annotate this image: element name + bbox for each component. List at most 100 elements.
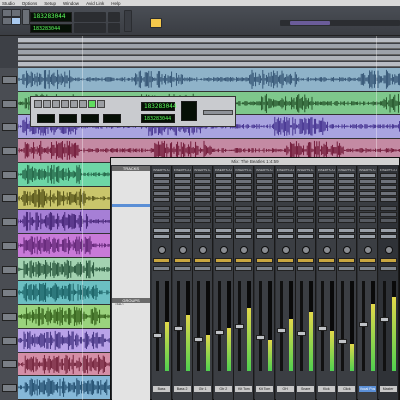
insert-slot[interactable] xyxy=(338,197,356,202)
output-selector[interactable] xyxy=(297,234,315,239)
send-slot[interactable] xyxy=(235,212,253,217)
record-input-buttons[interactable] xyxy=(173,266,191,271)
menu-item-options[interactable]: Options xyxy=(22,1,38,6)
solo-mute-buttons[interactable] xyxy=(173,258,191,263)
volume-fader-cap[interactable] xyxy=(359,321,368,327)
send-slot[interactable] xyxy=(276,212,294,217)
track-name-label[interactable]: Bass xyxy=(153,386,170,392)
input-selector[interactable] xyxy=(194,228,212,233)
record-input-buttons[interactable] xyxy=(153,266,170,271)
insert-slot[interactable] xyxy=(153,185,170,190)
record-input-buttons[interactable] xyxy=(194,266,212,271)
fast-forward-button[interactable] xyxy=(79,100,87,108)
timeline-rulers[interactable] xyxy=(0,36,400,68)
loop-button[interactable] xyxy=(88,100,96,108)
insert-slot[interactable] xyxy=(338,185,356,190)
send-slot[interactable] xyxy=(276,218,294,223)
send-slot[interactable] xyxy=(276,206,294,211)
track-header-button[interactable] xyxy=(2,336,17,345)
track-header-button[interactable] xyxy=(2,147,17,155)
insert-slot[interactable] xyxy=(194,185,212,190)
insert-slot[interactable] xyxy=(276,197,294,202)
insert-slot[interactable] xyxy=(338,173,356,178)
input-selector[interactable] xyxy=(379,228,397,233)
track-name-label[interactable]: Snare xyxy=(297,386,315,392)
send-slot[interactable] xyxy=(297,218,315,223)
pan-knob[interactable] xyxy=(322,246,331,254)
volume-fader-track[interactable] xyxy=(379,281,389,371)
record-input-buttons[interactable] xyxy=(256,266,273,271)
insert-slot[interactable] xyxy=(173,197,191,202)
return-to-zero-button[interactable] xyxy=(43,100,51,108)
transport-indicator[interactable] xyxy=(150,18,162,28)
send-slot[interactable] xyxy=(379,206,397,211)
send-slot[interactable] xyxy=(194,218,212,223)
track-header-button[interactable] xyxy=(2,265,17,274)
output-selector[interactable] xyxy=(256,234,273,239)
input-selector[interactable] xyxy=(256,228,273,233)
insert-slot[interactable] xyxy=(173,185,191,190)
input-selector[interactable] xyxy=(235,228,253,233)
pan-knob[interactable] xyxy=(261,246,269,254)
record-input-buttons[interactable] xyxy=(379,266,397,271)
insert-slot[interactable] xyxy=(214,191,232,196)
track-header-button[interactable] xyxy=(2,75,17,84)
send-slot[interactable] xyxy=(359,218,376,223)
record-input-buttons[interactable] xyxy=(359,266,376,271)
track-header-button[interactable] xyxy=(2,123,17,132)
insert-slot[interactable] xyxy=(153,197,170,202)
insert-slot[interactable] xyxy=(338,179,356,184)
insert-slot[interactable] xyxy=(256,173,273,178)
pre-post-roll-display[interactable] xyxy=(181,101,197,121)
send-slot[interactable] xyxy=(235,218,253,223)
send-slot[interactable] xyxy=(317,206,335,211)
send-slot[interactable] xyxy=(194,212,212,217)
volume-fader-cap[interactable] xyxy=(173,326,183,331)
output-selector[interactable] xyxy=(153,234,170,239)
insert-slot[interactable] xyxy=(317,173,335,178)
record-input-buttons[interactable] xyxy=(235,266,253,271)
send-slot[interactable] xyxy=(235,206,253,211)
send-slot[interactable] xyxy=(379,212,397,217)
solo-mute-buttons[interactable] xyxy=(214,258,232,263)
track-name-label[interactable]: Kick xyxy=(317,386,335,392)
tracks-list-row[interactable] xyxy=(112,246,150,249)
send-slot[interactable] xyxy=(256,206,273,211)
insert-slot[interactable] xyxy=(317,185,335,190)
send-slot[interactable] xyxy=(256,212,273,217)
input-selector[interactable] xyxy=(173,228,191,233)
ruler-meter[interactable] xyxy=(18,56,400,61)
solo-mute-buttons[interactable] xyxy=(359,258,376,263)
insert-slot[interactable] xyxy=(194,197,212,202)
volume-fader-cap[interactable] xyxy=(379,317,389,322)
send-slot[interactable] xyxy=(338,212,356,217)
insert-slot[interactable] xyxy=(235,173,253,178)
pan-knob[interactable] xyxy=(281,246,290,254)
insert-slot[interactable] xyxy=(359,197,376,202)
insert-slot[interactable] xyxy=(153,191,170,196)
send-slot[interactable] xyxy=(297,212,315,217)
pan-knob[interactable] xyxy=(158,246,166,254)
insert-slot[interactable] xyxy=(173,173,191,178)
volume-fader-track[interactable] xyxy=(276,281,286,371)
insert-slot[interactable] xyxy=(214,197,232,202)
insert-slot[interactable] xyxy=(297,191,315,196)
insert-slot[interactable] xyxy=(276,185,294,190)
zoom-icon[interactable] xyxy=(22,9,30,25)
track-header-button[interactable] xyxy=(2,194,17,203)
input-selector[interactable] xyxy=(153,228,170,233)
track-header-button[interactable] xyxy=(2,99,17,108)
track-name-label[interactable]: Bass 2 xyxy=(173,386,191,392)
insert-slot[interactable] xyxy=(256,197,273,202)
insert-slot[interactable] xyxy=(379,197,397,202)
insert-slot[interactable] xyxy=(235,197,253,202)
insert-slot[interactable] xyxy=(214,173,232,178)
input-selector[interactable] xyxy=(338,228,356,233)
insert-slot[interactable] xyxy=(276,173,294,178)
insert-slot[interactable] xyxy=(379,173,397,178)
track-name-label[interactable]: Gtr 2 xyxy=(214,386,232,392)
ruler-bars-beats[interactable] xyxy=(18,38,400,43)
track-header-button[interactable] xyxy=(2,313,17,321)
menu-item-setup[interactable]: Setup xyxy=(44,1,56,6)
insert-slot[interactable] xyxy=(194,191,212,196)
